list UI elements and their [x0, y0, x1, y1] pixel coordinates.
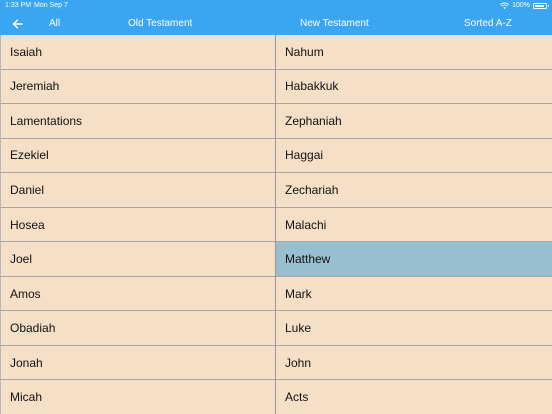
- new-testament-book-cell[interactable]: Zephaniah: [276, 104, 552, 139]
- old-testament-book-cell[interactable]: Hosea: [0, 207, 275, 243]
- sort-toggle[interactable]: Sorted A-Z: [464, 12, 512, 35]
- old-testament-book-cell[interactable]: Obadiah: [0, 311, 275, 346]
- old-testament-book-cell[interactable]: Jeremiah: [0, 69, 275, 105]
- book-label: Acts: [285, 390, 309, 405]
- new-testament-book-cell[interactable]: Haggai: [276, 138, 552, 174]
- old-testament-column: Isaiah Jeremiah Lamentations Ezekiel Daniel H…: [0, 35, 276, 414]
- book-label: Luke: [285, 321, 312, 336]
- new-testament-column: Nahum Habakkuk Zephaniah Haggai Zechariah Mal…: [276, 35, 552, 414]
- nav-bar: All Old Testament New Testament Sorted A…: [0, 12, 552, 35]
- book-label: Matthew: [285, 252, 331, 267]
- book-label: Jonah: [10, 355, 43, 370]
- old-testament-book-cell[interactable]: Jonah: [0, 345, 275, 381]
- book-label: Amos: [10, 286, 41, 301]
- book-label: Nahum: [285, 44, 324, 59]
- book-label: Hosea: [10, 217, 45, 232]
- tab-all[interactable]: All: [49, 12, 60, 35]
- book-label: Malachi: [285, 217, 327, 232]
- new-testament-book-cell[interactable]: Malachi: [276, 207, 552, 243]
- old-testament-book-cell[interactable]: Amos: [0, 276, 275, 312]
- status-bar: 1:33 PM Mon Sep 7 100%: [0, 0, 552, 12]
- book-label: John: [285, 355, 312, 370]
- book-label: Haggai: [285, 148, 324, 163]
- new-testament-book-cell[interactable]: Acts: [276, 380, 552, 414]
- book-label: Daniel: [10, 182, 45, 197]
- old-testament-book-cell[interactable]: Daniel: [0, 173, 275, 208]
- tab-new-testament[interactable]: New Testament: [300, 12, 369, 35]
- new-testament-book-cell[interactable]: Habakkuk: [276, 69, 552, 105]
- battery-icon: [533, 3, 549, 9]
- old-testament-book-cell[interactable]: Isaiah: [0, 35, 275, 70]
- books-grid: Isaiah Jeremiah Lamentations Ezekiel Daniel H…: [0, 35, 552, 414]
- old-testament-book-cell[interactable]: Ezekiel: [0, 138, 275, 174]
- old-testament-book-cell[interactable]: Joel: [0, 242, 275, 277]
- book-label: Ezekiel: [10, 148, 49, 163]
- new-testament-book-cell[interactable]: Nahum: [276, 35, 552, 70]
- book-label: Zechariah: [285, 182, 339, 197]
- old-testament-book-cell[interactable]: Lamentations: [0, 104, 275, 139]
- status-date: Mon Sep 7: [34, 2, 68, 9]
- book-label: Jeremiah: [10, 79, 60, 94]
- new-testament-book-cell[interactable]: Matthew: [276, 242, 552, 277]
- book-label: Zephaniah: [285, 113, 342, 128]
- wifi-icon: [500, 2, 510, 10]
- new-testament-book-cell[interactable]: Zechariah: [276, 173, 552, 208]
- back-button[interactable]: [8, 12, 26, 35]
- book-label: Lamentations: [10, 113, 83, 128]
- new-testament-book-cell[interactable]: Luke: [276, 311, 552, 346]
- book-label: Mark: [285, 286, 312, 301]
- book-label: Obadiah: [10, 321, 56, 336]
- status-time: 1:33 PM: [5, 2, 32, 9]
- arrow-left-icon: [12, 18, 23, 29]
- book-label: Micah: [10, 390, 43, 405]
- book-label: Joel: [10, 252, 33, 267]
- book-label: Habakkuk: [285, 79, 339, 94]
- old-testament-book-cell[interactable]: Micah: [0, 380, 275, 414]
- new-testament-book-cell[interactable]: Mark: [276, 276, 552, 312]
- battery-percent: 100%: [512, 2, 530, 9]
- status-indicators: 100%: [500, 0, 549, 12]
- new-testament-book-cell[interactable]: John: [276, 345, 552, 381]
- tab-old-testament[interactable]: Old Testament: [128, 12, 192, 35]
- book-label: Isaiah: [10, 44, 43, 59]
